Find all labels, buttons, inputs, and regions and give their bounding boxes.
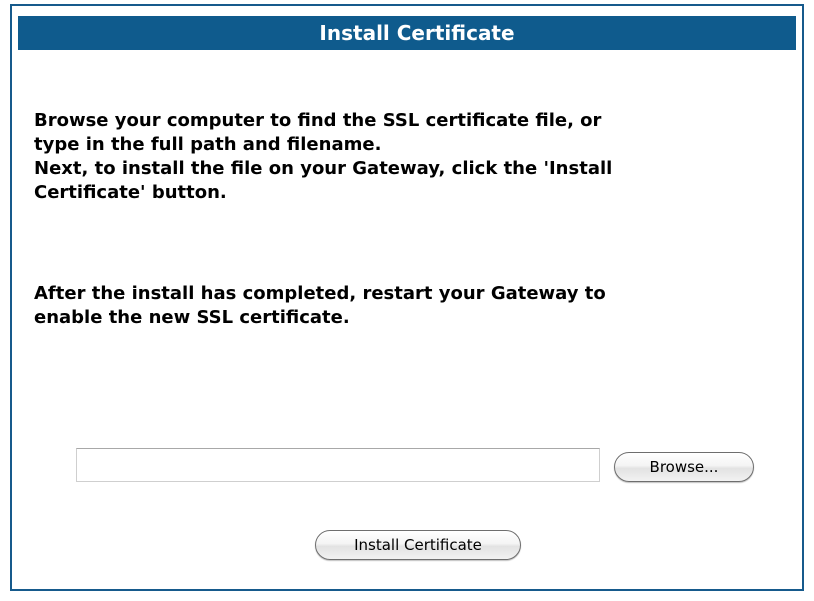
restart-note-line: enable the new SSL certificate.: [34, 307, 350, 328]
install-certificate-panel: Install Certificate Browse your computer…: [10, 4, 804, 591]
certificate-file-path-input[interactable]: [76, 448, 600, 482]
instruction-line: type in the full path and filename.: [34, 134, 382, 155]
instruction-line: Certificate' button.: [34, 182, 227, 203]
browse-button[interactable]: Browse...: [614, 452, 754, 482]
instruction-line: Next, to install the file on your Gatewa…: [34, 158, 613, 179]
install-certificate-button[interactable]: Install Certificate: [315, 530, 521, 560]
instruction-line: Browse your computer to find the SSL cer…: [34, 110, 602, 131]
restart-note-paragraph: After the install has completed, restart…: [34, 282, 774, 330]
restart-note-line: After the install has completed, restart…: [34, 283, 606, 304]
instructions-paragraph: Browse your computer to find the SSL cer…: [34, 109, 774, 205]
panel-title: Install Certificate: [18, 16, 796, 50]
